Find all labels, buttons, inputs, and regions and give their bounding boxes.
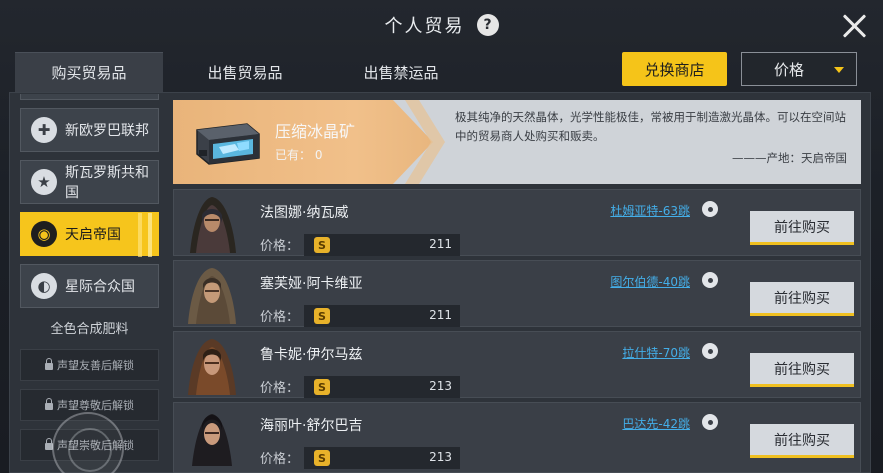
- location-pin-icon[interactable]: [702, 272, 718, 288]
- location-pin-icon[interactable]: [702, 414, 718, 430]
- merchant-name: 海丽叶·舒尔巴吉: [260, 418, 363, 434]
- price-label: 价格：: [260, 452, 300, 467]
- sidebar-item-apocalypse-empire[interactable]: ◉ 天启帝国: [20, 212, 159, 257]
- tab-sell-goods[interactable]: 出售贸易品: [171, 52, 319, 92]
- union-emblem-icon: ◐: [31, 273, 57, 299]
- ice-crystal-crate-icon: [196, 123, 260, 165]
- tab-buy-goods[interactable]: 购买贸易品: [15, 52, 163, 92]
- tab-bar: 购买贸易品 出售贸易品 出售禁运品: [15, 52, 475, 92]
- tab-sell-contraband[interactable]: 出售禁运品: [327, 52, 475, 92]
- price-box: S 211: [304, 305, 460, 327]
- help-icon[interactable]: ?: [476, 14, 499, 36]
- price-label: 价格：: [260, 310, 300, 325]
- price-label: 价格：: [260, 381, 300, 396]
- merchant-avatar: [190, 197, 236, 253]
- sort-dropdown-value: 价格: [774, 60, 805, 79]
- sidebar-item-swaros[interactable]: ★ 斯瓦罗斯共和国: [20, 160, 159, 204]
- close-icon[interactable]: [841, 12, 869, 40]
- sidebar-item-label: 星际合众国: [65, 279, 135, 295]
- merchant-row: 塞芙娅·阿卡维亚 价格： S 211 图尔伯德-40跳 前往购买: [173, 260, 861, 327]
- price-label: 价格：: [260, 239, 300, 254]
- item-info-card: 压缩冰晶矿 已有： 0 极其纯净的天然晶体，光学性能极佳，常被用于制造激光晶体。…: [173, 100, 861, 184]
- credit-coin-icon: S: [314, 308, 330, 324]
- price-value: 211: [429, 237, 452, 251]
- lock-icon: [45, 397, 53, 410]
- go-buy-button[interactable]: 前往购买: [750, 211, 854, 245]
- merchant-location-link[interactable]: 拉什特-70跳: [622, 344, 690, 361]
- merchant-location-link[interactable]: 杜姆亚特-63跳: [610, 202, 690, 219]
- sidebar-item-label: 新欧罗巴联邦: [65, 123, 149, 139]
- merchant-location-link[interactable]: 图尔伯德-40跳: [610, 273, 690, 290]
- go-buy-button[interactable]: 前往购买: [750, 353, 854, 387]
- price-value: 213: [429, 450, 452, 464]
- merchant-row: 海丽叶·舒尔巴吉 价格： S 213 巴达先-42跳 前往购买: [173, 402, 861, 473]
- locked-item-label: 声望友善后解锁: [57, 359, 134, 372]
- credit-coin-icon: S: [314, 237, 330, 253]
- cross-emblem-icon: ✚: [31, 117, 57, 143]
- merchant-row: 法图娜·纳瓦威 价格： S 211 杜姆亚特-63跳 前往购买: [173, 189, 861, 256]
- credit-coin-icon: S: [314, 379, 330, 395]
- selection-glitch-decoration: [132, 213, 158, 257]
- star-emblem-icon: ★: [31, 169, 57, 195]
- sidebar-section-label: 全色合成肥料: [50, 322, 129, 337]
- sort-dropdown[interactable]: 价格: [741, 52, 857, 86]
- locked-item[interactable]: 声望友善后解锁: [20, 349, 159, 381]
- item-owned-count: 已有： 0: [275, 148, 323, 162]
- item-name: 压缩冰晶矿: [275, 122, 356, 141]
- price-box: S 213: [304, 376, 460, 398]
- price-value: 211: [429, 308, 452, 322]
- sidebar-scroll-stub: [20, 94, 159, 100]
- location-pin-icon[interactable]: [702, 343, 718, 359]
- sidebar-item-interstellar-union[interactable]: ◐ 星际合众国: [20, 264, 159, 308]
- apocalypse-emblem-icon: ◉: [31, 221, 57, 247]
- exchange-shop-button[interactable]: 兑换商店: [622, 52, 727, 86]
- location-pin-icon[interactable]: [702, 201, 718, 217]
- price-value: 213: [429, 379, 452, 393]
- go-buy-button[interactable]: 前往购买: [750, 424, 854, 458]
- title-bar: 个人贸易 ?: [0, 0, 883, 50]
- caret-down-icon: [834, 67, 844, 73]
- go-buy-button[interactable]: 前往购买: [750, 282, 854, 316]
- credit-coin-icon: S: [314, 450, 330, 466]
- merchant-avatar: [188, 339, 236, 395]
- merchant-name: 法图娜·纳瓦威: [260, 205, 349, 221]
- merchant-name: 鲁卡妮·伊尔马兹: [260, 347, 363, 363]
- locked-item-label: 声望尊敬后解锁: [57, 399, 134, 412]
- price-box: S 213: [304, 447, 460, 469]
- price-box: S 211: [304, 234, 460, 256]
- merchant-row: 鲁卡妮·伊尔马兹 价格： S 213 拉什特-70跳 前往购买: [173, 331, 861, 398]
- item-description: 极其纯净的天然晶体，光学性能极佳，常被用于制造激光晶体。可以在空间站中的贸易商人…: [455, 110, 846, 143]
- sidebar-item-label: 斯瓦罗斯共和国: [65, 165, 149, 201]
- lock-icon: [45, 357, 53, 370]
- merchant-avatar: [192, 414, 232, 466]
- page-title: 个人贸易: [384, 16, 465, 37]
- merchant-avatar: [188, 268, 236, 324]
- merchant-location-link[interactable]: 巴达先-42跳: [622, 415, 690, 432]
- sidebar-item-label: 天启帝国: [65, 227, 121, 243]
- sidebar-item-new-europa[interactable]: ✚ 新欧罗巴联邦: [20, 108, 159, 152]
- merchant-name: 塞芙娅·阿卡维亚: [260, 276, 363, 292]
- item-origin: ———产地：天启帝国: [732, 151, 847, 165]
